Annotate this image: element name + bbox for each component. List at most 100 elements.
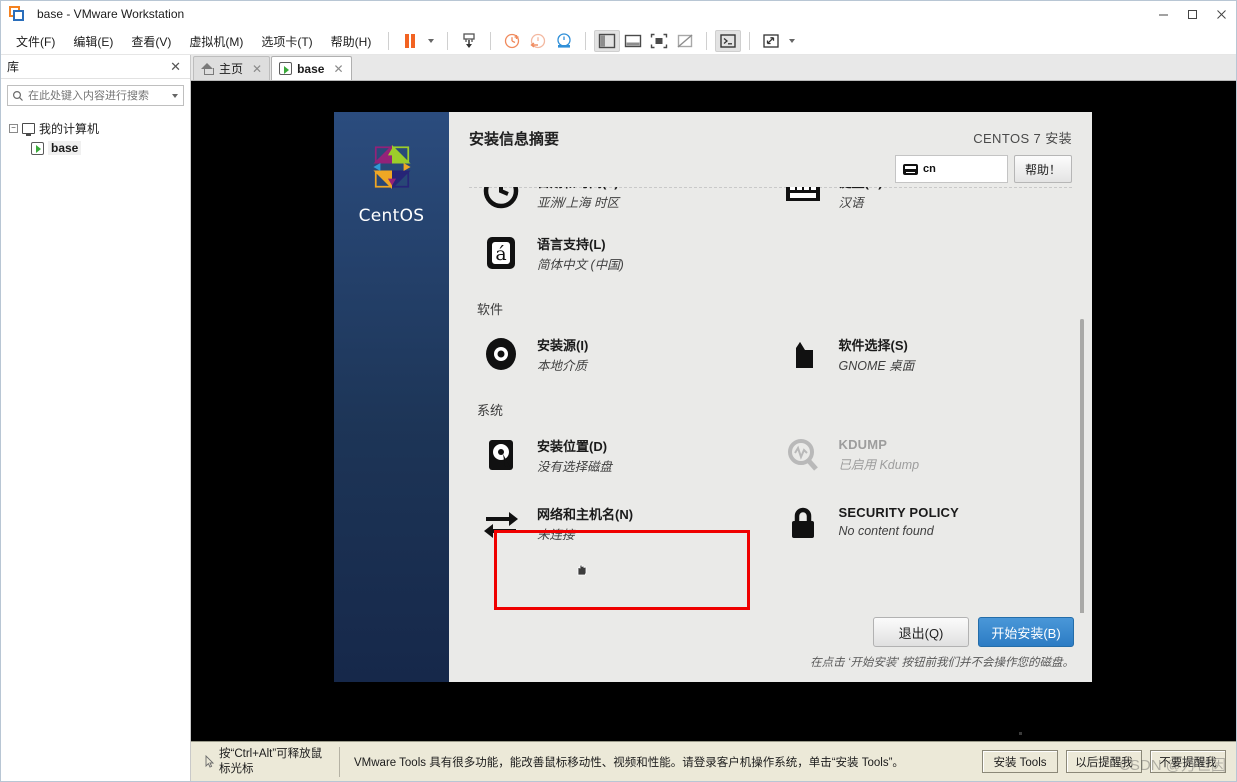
search-input[interactable] [28, 89, 167, 102]
menu-vm[interactable]: 虚拟机(M) [180, 29, 252, 54]
tab-close-icon[interactable]: ✕ [333, 62, 343, 76]
tree-root-label: 我的计算机 [39, 121, 100, 136]
spoke-network-hostname[interactable]: 网络和主机名(N) 未连接 [469, 487, 771, 552]
pause-icon[interactable] [397, 30, 423, 52]
vm-icon [279, 62, 293, 75]
unity-mode-icon[interactable] [672, 30, 698, 52]
spoke-title: 日期和时间(T) [537, 187, 619, 190]
keyboard-layout-value: cn [923, 163, 936, 175]
tree-item-base[interactable]: base [9, 138, 190, 158]
library-header: 库 ✕ [1, 55, 190, 79]
section-heading-system: 系统 [477, 403, 504, 418]
vm-console-screen[interactable]: CentOS 安装信息摘要 CENTOS 7 安装 cn 帮助！ 亚洲/上海 时… [191, 81, 1236, 741]
system-row-1: 安装位置(D) 没有选择磁盘 KDUMP 已启用 Kdump [469, 425, 1072, 487]
spoke-subtitle: 已启用 Kdump [838, 458, 920, 472]
tab-close-icon[interactable]: ✕ [252, 62, 262, 76]
window-title: base - VMware Workstation [37, 7, 185, 21]
power-dropdown-caret-icon[interactable] [423, 39, 439, 43]
spoke-subtitle: No content found [838, 524, 934, 538]
kdump-icon [781, 433, 825, 475]
window-controls [1149, 1, 1236, 28]
never-remind-button[interactable]: 不要提醒我 [1150, 750, 1226, 773]
clock-icon [479, 187, 523, 211]
spoke-keyboard[interactable]: 键盘(K) 汉语 [771, 187, 1073, 223]
spoke-installation-source[interactable]: 安装源(I) 本地介质 [469, 324, 771, 386]
stretch-dropdown-caret-icon[interactable] [784, 39, 800, 43]
tab-home-label: 主页 [219, 62, 244, 76]
begin-installation-button[interactable]: 开始安装(B) [978, 617, 1074, 647]
tree-root-my-computer[interactable]: − 我的计算机 [9, 118, 190, 138]
quit-button[interactable]: 退出(Q) [873, 617, 969, 647]
revert-snapshot-icon[interactable] [525, 30, 551, 52]
installer-branding-panel: CentOS [334, 112, 449, 682]
menu-edit[interactable]: 编辑(E) [64, 29, 122, 54]
menu-view[interactable]: 查看(V) [122, 29, 180, 54]
localization-row-clipped: 日期和时间(T) 亚洲/上海 时区 [469, 187, 1072, 223]
spoke-title: 软件选择(S) [838, 338, 908, 353]
keyboard-layout-indicator[interactable]: cn [895, 155, 1008, 183]
title-bar: base - VMware Workstation [1, 1, 1236, 28]
spoke-date-time[interactable]: 日期和时间(T) 亚洲/上海 时区 [469, 187, 771, 223]
chevron-down-icon[interactable] [167, 93, 183, 98]
main-body: 库 ✕ − 我的计算机 [1, 55, 1236, 781]
tab-base-label: base [297, 61, 325, 76]
remind-later-button[interactable]: 以后提醒我 [1066, 750, 1142, 773]
anaconda-installation-summary: CentOS 安装信息摘要 CENTOS 7 安装 cn 帮助！ 亚洲/上海 时… [334, 112, 1092, 682]
stretch-guest-icon[interactable] [758, 30, 784, 52]
close-button[interactable] [1207, 1, 1236, 28]
spoke-software-selection[interactable]: 软件选择(S) GNOME 桌面 [771, 324, 1073, 386]
library-title: 库 [7, 60, 20, 74]
language-icon: á [479, 231, 523, 273]
spoke-title: 语言支持(L) [537, 237, 606, 252]
release-cursor-hint: 按“Ctrl+Alt”可释放鼠标光标 [191, 746, 340, 777]
installer-header: 安装信息摘要 CENTOS 7 安装 cn 帮助！ [449, 112, 1092, 183]
show-library-icon[interactable] [594, 30, 621, 52]
help-button[interactable]: 帮助！ [1014, 155, 1072, 183]
tab-base[interactable]: base ✕ [271, 56, 352, 80]
menu-file[interactable]: 文件(F) [7, 29, 64, 54]
spoke-kdump[interactable]: KDUMP 已启用 Kdump [771, 425, 1073, 487]
minimize-button[interactable] [1149, 1, 1178, 28]
distro-name: CentOS [358, 206, 425, 226]
menu-help[interactable]: 帮助(H) [322, 29, 381, 54]
spoke-title: SECURITY POLICY [838, 505, 960, 520]
show-thumbnails-icon[interactable] [620, 30, 646, 52]
library-search-box[interactable] [7, 85, 184, 106]
spoke-language-support[interactable]: á 语言支持(L) 简体中文 (中国) [469, 223, 771, 285]
installer-footer: 退出(Q) 开始安装(B) 在点击 ‘开始安装’ 按钮前我们并不会操作您的磁盘。 [449, 613, 1092, 682]
vmware-logo-icon [9, 6, 25, 22]
vmware-tools-buttons: 安装 Tools 以后提醒我 不要提醒我 [982, 750, 1236, 773]
system-row-2: 网络和主机名(N) 未连接 SECURITY POLICY No content… [469, 487, 1072, 552]
installer-scrollbar[interactable] [1080, 319, 1084, 613]
snapshot-manager-icon[interactable] [551, 30, 577, 52]
spoke-subtitle: GNOME 桌面 [838, 359, 915, 373]
take-snapshot-icon[interactable] [499, 30, 525, 52]
menu-tabs[interactable]: 选项卡(T) [252, 29, 321, 54]
toolbar-separator [490, 32, 492, 50]
tab-home[interactable]: 主页 ✕ [193, 56, 271, 80]
close-icon[interactable]: ✕ [167, 59, 184, 75]
cursor-arrow-icon [205, 754, 215, 768]
home-icon [201, 63, 214, 75]
vmware-tools-message: VMware Tools 具有很多功能，能改善鼠标移动性、视频和性能。请登录客户… [354, 756, 904, 769]
send-ctrl-alt-del-icon[interactable] [456, 30, 482, 52]
software-row: 安装源(I) 本地介质 软件选择(S) GNOME 桌面 [469, 324, 1072, 386]
menu-bar: 文件(F) 编辑(E) 查看(V) 虚拟机(M) 选项卡(T) 帮助(H) [1, 28, 1236, 55]
console-view-icon[interactable] [715, 30, 742, 52]
spoke-installation-destination[interactable]: 安装位置(D) 没有选择磁盘 [469, 425, 771, 487]
svg-text:á: á [495, 243, 506, 265]
spoke-security-policy[interactable]: SECURITY POLICY No content found [771, 487, 1073, 551]
spoke-title: 网络和主机名(N) [537, 507, 634, 522]
full-screen-icon[interactable] [646, 30, 672, 52]
spoke-title: 安装位置(D) [537, 439, 608, 454]
install-tools-button[interactable]: 安装 Tools [982, 750, 1058, 773]
spoke-subtitle: 本地介质 [537, 359, 588, 373]
keyboard-icon [903, 163, 918, 175]
vm-icon [31, 141, 44, 155]
tree-expander-icon[interactable]: − [9, 123, 18, 133]
network-icon [479, 501, 523, 543]
maximize-button[interactable] [1178, 1, 1207, 28]
spoke-subtitle: 未连接 [537, 528, 575, 542]
main-pane: 主页 ✕ base ✕ CentOS 安装信息摘要 CENTOS 7 安装 cn… [191, 55, 1236, 781]
installer-button-row: 退出(Q) 开始安装(B) [873, 617, 1074, 647]
